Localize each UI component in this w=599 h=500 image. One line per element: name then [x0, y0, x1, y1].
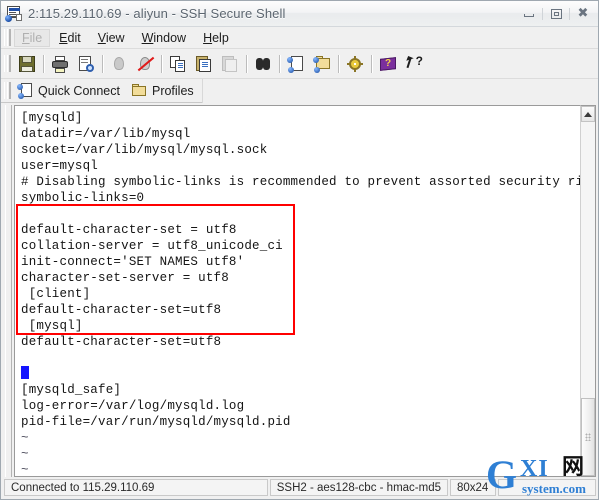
quick-connect-icon — [17, 82, 33, 99]
profiles-button[interactable]: Profiles — [128, 81, 202, 101]
print-preview-icon — [77, 55, 95, 73]
terminal-line: default-character-set=utf8 — [21, 335, 222, 349]
copy-icon — [169, 55, 187, 73]
quickbar-drag-grip[interactable] — [4, 82, 11, 99]
status-terminal-size: 80x24 — [450, 479, 496, 496]
save-icon — [18, 55, 36, 73]
help-button[interactable]: ? — [376, 52, 400, 76]
terminal-line: [mysqld] — [21, 111, 83, 125]
status-bar: Connected to 115.29.110.69 SSH2 - aes128… — [1, 455, 598, 499]
menu-view[interactable]: View — [90, 29, 133, 47]
scroll-up-icon[interactable] — [581, 106, 595, 122]
terminal-line: [client] — [21, 287, 91, 301]
terminal-scrollbar[interactable] — [580, 105, 596, 477]
divider — [338, 54, 339, 73]
disconnect-button[interactable] — [133, 52, 157, 76]
menu-file-label: ile — [29, 30, 43, 45]
terminal-line: datadir=/var/lib/mysql — [21, 127, 191, 141]
terminal-line — [21, 366, 580, 382]
toolbar: ? ? — [1, 49, 598, 79]
divider — [161, 54, 162, 73]
terminal-line: user=mysql — [21, 159, 99, 173]
settings-icon — [346, 55, 364, 73]
terminal-drag-grip[interactable] — [5, 105, 12, 477]
connect-icon — [110, 55, 128, 73]
terminal-line: default-character-set = utf8 — [21, 223, 237, 237]
settings-button[interactable] — [343, 52, 367, 76]
find-icon — [254, 55, 272, 73]
divider — [246, 54, 247, 73]
paste-disabled-button — [218, 52, 242, 76]
paste-button[interactable] — [192, 52, 216, 76]
menu-help[interactable]: Help — [195, 29, 237, 47]
help-book-icon: ? — [379, 55, 397, 73]
terminal-line: collation-server = utf8_unicode_ci — [21, 239, 283, 253]
terminal-lines: [mysqld] datadir=/var/lib/mysql socket=/va… — [15, 106, 580, 476]
terminal-line: character-set-server = utf8 — [21, 271, 229, 285]
disconnect-icon — [136, 55, 155, 73]
paste-disabled-icon — [221, 55, 239, 73]
terminal-icon — [5, 5, 22, 22]
divider — [279, 54, 280, 73]
menu-edit[interactable]: Edit — [51, 29, 89, 47]
terminal-cursor — [21, 366, 29, 379]
window-controls: ✖ — [516, 4, 596, 24]
status-cipher: SSH2 - aes128-cbc - hmac-md5 — [269, 479, 448, 496]
connect-button[interactable] — [107, 52, 131, 76]
divider — [102, 54, 103, 73]
status-filler — [498, 479, 596, 496]
maximize-icon[interactable] — [543, 4, 569, 24]
menu-drag-grip[interactable] — [4, 29, 11, 46]
quick-connect-bar: Quick Connect Profiles — [1, 78, 598, 103]
terminal-line: [mysql] — [21, 319, 83, 333]
terminal-line: pid-file=/var/run/mysqld/mysqld.pid — [21, 415, 291, 429]
profiles-folder-icon — [131, 83, 147, 99]
print-button[interactable] — [48, 52, 72, 76]
menu-window[interactable]: Window — [134, 29, 194, 47]
terminal-line: default-character-set=utf8 — [21, 303, 222, 317]
save-button[interactable] — [15, 52, 39, 76]
copy-button[interactable] — [166, 52, 190, 76]
new-terminal-button[interactable] — [310, 52, 334, 76]
status-connection: Connected to 115.29.110.69 — [4, 479, 268, 496]
quick-connect-button[interactable]: Quick Connect — [14, 81, 128, 101]
title-bar: 2:115.29.110.69 - aliyun - SSH Secure Sh… — [1, 1, 598, 27]
new-terminal-icon — [313, 55, 331, 73]
close-icon[interactable]: ✖ — [570, 4, 596, 24]
profiles-label: Profiles — [151, 83, 194, 98]
terminal-line: socket=/var/lib/mysql/mysql.sock — [21, 143, 268, 157]
scrollbar-track[interactable] — [581, 122, 595, 398]
terminal-area: [mysqld] datadir=/var/lib/mysql socket=/va… — [1, 103, 598, 477]
terminal-line: ~ — [21, 431, 29, 445]
find-button[interactable] — [251, 52, 275, 76]
print-preview-button[interactable] — [74, 52, 98, 76]
menu-bar: File Edit View Window Help — [1, 27, 598, 49]
terminal-line: init-connect='SET NAMES utf8' — [21, 255, 245, 269]
new-file-transfer-button[interactable] — [284, 52, 308, 76]
terminal-line: symbolic-links=0 — [21, 191, 145, 205]
print-icon — [51, 55, 69, 73]
context-help-button[interactable]: ? — [402, 52, 426, 76]
window-title: 2:115.29.110.69 - aliyun - SSH Secure Sh… — [28, 6, 286, 21]
quick-connect-label: Quick Connect — [38, 83, 120, 98]
quickbar-filler — [201, 78, 598, 103]
terminal-line: ~ — [21, 447, 29, 461]
terminal-line: log-error=/var/log/mysqld.log — [21, 399, 245, 413]
new-file-transfer-icon — [287, 55, 305, 73]
ssh-client-window: 2:115.29.110.69 - aliyun - SSH Secure Sh… — [0, 0, 599, 500]
divider — [43, 54, 44, 73]
menu-file[interactable]: File — [14, 28, 51, 47]
toolbar-drag-grip[interactable] — [4, 55, 11, 72]
paste-icon — [195, 55, 213, 73]
terminal-line: # Disabling symbolic-links is recommende… — [21, 175, 580, 189]
scrollbar-thumb[interactable] — [581, 398, 595, 476]
terminal-screen[interactable]: [mysqld] datadir=/var/lib/mysql socket=/va… — [14, 105, 580, 477]
terminal-line: ~ — [21, 463, 29, 477]
terminal-line: [mysqld_safe] — [21, 383, 122, 397]
divider — [371, 54, 372, 73]
context-help-icon: ? — [405, 55, 423, 73]
minimize-icon[interactable] — [516, 4, 542, 24]
